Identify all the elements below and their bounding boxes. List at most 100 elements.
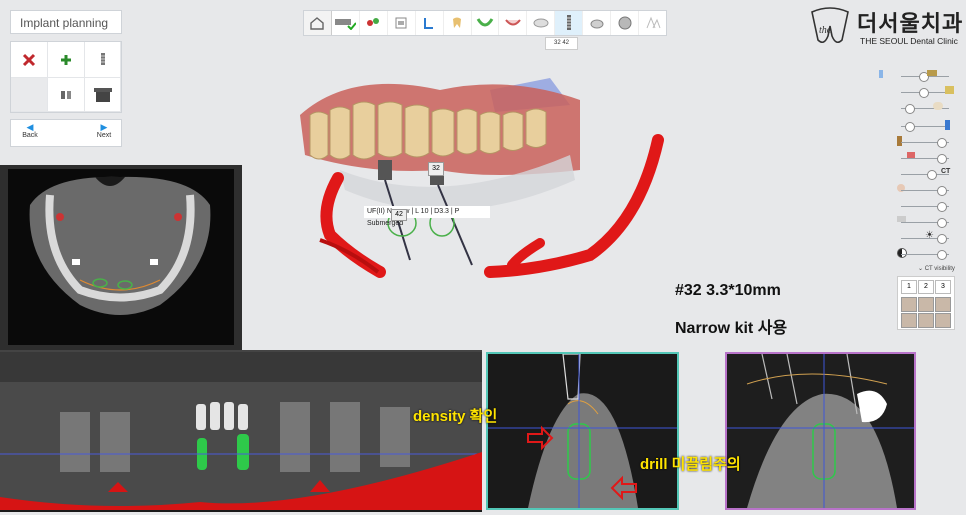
slider-opacity[interactable]: [897, 216, 955, 228]
delete-icon: [22, 53, 36, 66]
nerve-icon: [424, 18, 434, 29]
crown-mini-icon: [945, 86, 954, 94]
density-note: density 확인: [413, 408, 498, 425]
ct-cross-section-2[interactable]: [725, 352, 916, 510]
ct-axial-view[interactable]: [0, 165, 242, 350]
axial-slice-image: [0, 165, 242, 350]
svg-text:the: the: [819, 25, 832, 36]
bone-step-button[interactable]: [499, 11, 528, 35]
slider-skin[interactable]: [897, 184, 955, 196]
tooth-mini-icon: [933, 102, 943, 110]
clinic-name-korean: 더서울치과: [857, 11, 964, 36]
crown-icon: [395, 17, 407, 29]
brightness-icon: ☀: [925, 230, 934, 241]
view-thumb-bottom[interactable]: [918, 313, 934, 328]
implant-mini-icon: [879, 70, 883, 78]
slider-crown-yellow[interactable]: [897, 86, 955, 98]
tooth-icon: [453, 17, 462, 28]
bone-mini-icon: [897, 136, 902, 146]
next-label: Next: [96, 132, 112, 139]
implant-numbers-tooltip: 32 42: [545, 37, 578, 50]
slider-sleeve-blue[interactable]: [897, 120, 955, 132]
nerve-step-button[interactable]: [416, 11, 444, 35]
crown-step-button[interactable]: [388, 11, 416, 35]
finish-step-button[interactable]: [639, 11, 666, 35]
empty-tool-slot: [11, 78, 48, 112]
arch-step-button[interactable]: [472, 11, 500, 35]
view-button-3[interactable]: 3: [935, 280, 951, 294]
implant-tag-32[interactable]: 32: [428, 162, 444, 176]
drill-note: drill 미끌림주의: [640, 456, 741, 473]
implant-icon: [566, 15, 571, 30]
arrow-left-icon: ◀: [26, 122, 34, 132]
jaw-step-button[interactable]: [527, 11, 556, 35]
abutment-icon: [61, 90, 71, 99]
view-thumb-left[interactable]: [918, 297, 934, 312]
view-thumb-back[interactable]: [935, 313, 951, 328]
panel-title: Implant planning: [10, 10, 122, 34]
guide-step-button[interactable]: [583, 11, 612, 35]
arrow-right-icon: ▶: [100, 122, 108, 132]
slider-brightness[interactable]: ☀: [897, 230, 955, 244]
nerve-mini-icon: [907, 152, 915, 158]
clinic-logo-icon: the: [811, 7, 849, 44]
workflow-toolbar: [303, 10, 667, 36]
view-selector: 1 2 3: [897, 276, 955, 330]
model-icon: [367, 18, 380, 26]
scan-step-button[interactable]: [332, 11, 360, 35]
clinic-name-english: THE SEOUL Dental Clinic: [860, 36, 958, 46]
sleeve-blue-icon: [945, 120, 950, 130]
tooth-step-button[interactable]: [444, 11, 472, 35]
export-icon: [618, 16, 632, 30]
scan-icon: [335, 19, 357, 30]
guide-icon: [590, 19, 604, 29]
slider-tooth[interactable]: [897, 102, 955, 114]
implant-library-button[interactable]: [85, 42, 121, 78]
export-step-button[interactable]: [611, 11, 640, 35]
tool-grid: [10, 41, 122, 113]
home-icon: [310, 17, 325, 30]
view-thumb-right[interactable]: [935, 297, 951, 312]
implant-size-note: #32 3.3*10mm: [675, 282, 781, 299]
next-button[interactable]: ▶ Next: [89, 122, 119, 140]
cross-section-1-image: [488, 353, 677, 508]
implant-spec-label: UF(II) Narrow | L 10 | D3.3 | P Submerge…: [364, 206, 490, 227]
back-button[interactable]: ◀ Back: [15, 122, 45, 140]
implant-tag-42[interactable]: 42: [391, 209, 407, 221]
slider-ct[interactable]: CT: [897, 168, 955, 180]
view-thumb-front[interactable]: [901, 297, 917, 312]
sleeve-icon: [93, 87, 112, 102]
arch-icon: [476, 18, 494, 27]
contrast-icon: [897, 248, 907, 258]
delete-implant-button[interactable]: [11, 42, 48, 78]
nav-box: ◀ Back ▶ Next: [10, 119, 122, 147]
add-implant-button[interactable]: [48, 42, 85, 78]
finish-icon: [646, 16, 660, 29]
view-button-1[interactable]: 1: [901, 280, 917, 294]
view-button-2[interactable]: 2: [918, 280, 934, 294]
implant-step-button[interactable]: [555, 11, 584, 35]
abutment-button[interactable]: [48, 78, 85, 112]
ct-cross-section-1[interactable]: [486, 352, 679, 510]
slider-bone[interactable]: [897, 136, 955, 148]
cross-section-2-image: [727, 353, 914, 508]
ct-visibility-label: ⌄ CT visibility: [918, 266, 955, 272]
3d-model-view[interactable]: [290, 60, 710, 290]
jaw-icon: [533, 18, 549, 28]
implant-icon: [100, 52, 105, 65]
panoramic-image: [0, 352, 482, 510]
slider-contrast[interactable]: [897, 248, 955, 260]
ct-panoramic-view[interactable]: [0, 350, 482, 512]
ct-label: CT: [941, 168, 951, 175]
slider-nerve[interactable]: [897, 152, 955, 164]
back-label: Back: [22, 132, 38, 139]
slider-implant[interactable]: [879, 70, 955, 82]
view-thumb-top[interactable]: [901, 313, 917, 328]
sleeve-button[interactable]: [85, 78, 121, 112]
slider-scan[interactable]: [897, 200, 955, 212]
home-button[interactable]: [304, 11, 332, 35]
model-step-button[interactable]: [360, 11, 388, 35]
bone-icon: [505, 19, 521, 26]
kit-note: Narrow kit 사용: [675, 320, 788, 337]
plus-icon: [61, 54, 71, 65]
